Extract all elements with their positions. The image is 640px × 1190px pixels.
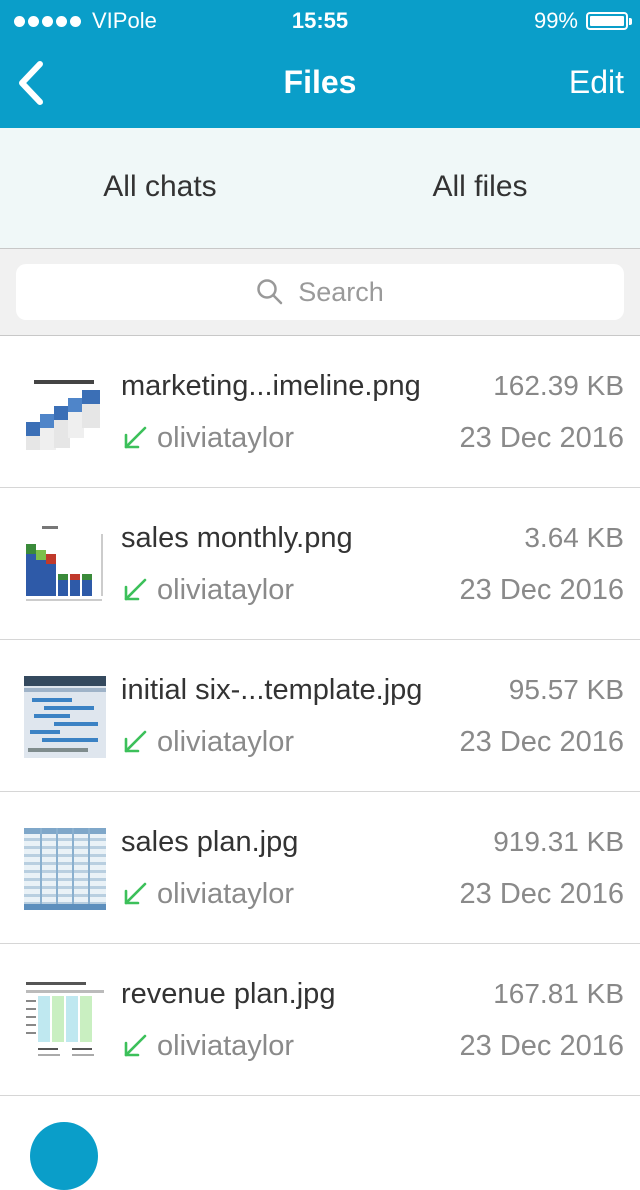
- file-date: 23 Dec 2016: [459, 1030, 624, 1062]
- app-header: VIPole 15:55 99% Files Edit: [0, 0, 640, 128]
- file-thumbnail: [24, 828, 106, 910]
- battery-percent: 99%: [533, 8, 578, 33]
- tab-all-chats[interactable]: All chats: [0, 170, 320, 204]
- file-row[interactable]: marketing...imeline.png 162.39 KB olivia…: [0, 336, 640, 488]
- file-row[interactable]: revenue plan.jpg 167.81 KB oliviataylor …: [0, 944, 640, 1096]
- file-size: 162.39 KB: [493, 370, 624, 401]
- file-sender: oliviataylor: [157, 422, 294, 454]
- navigation-bar: Files Edit: [0, 40, 640, 128]
- file-name: sales plan.jpg: [121, 826, 299, 858]
- search-bar: Search: [0, 249, 640, 336]
- file-size: 95.57 KB: [508, 674, 624, 705]
- file-name: sales monthly.png: [121, 522, 353, 554]
- file-size: 3.64 KB: [524, 522, 624, 553]
- file-date: 23 Dec 2016: [459, 574, 624, 606]
- file-thumbnail: [24, 372, 106, 454]
- file-thumbnail: [24, 980, 106, 1062]
- file-thumbnail: [24, 524, 106, 606]
- search-placeholder: Search: [298, 276, 384, 307]
- file-sender: oliviataylor: [157, 1030, 294, 1062]
- file-name: marketing...imeline.png: [121, 370, 421, 402]
- file-date: 23 Dec 2016: [459, 878, 624, 910]
- segmented-tabs: All chats All files: [0, 128, 640, 249]
- file-date: 23 Dec 2016: [459, 422, 624, 454]
- file-thumbnail: [30, 1122, 98, 1190]
- file-size: 167.81 KB: [493, 978, 624, 1009]
- file-row[interactable]: [0, 1096, 640, 1190]
- file-list: marketing...imeline.png 162.39 KB olivia…: [0, 336, 640, 1190]
- file-name: initial six-...template.jpg: [121, 674, 423, 706]
- file-row[interactable]: sales monthly.png 3.64 KB oliviataylor 2…: [0, 488, 640, 640]
- battery-indicator: 99%: [533, 8, 632, 34]
- status-bar: VIPole 15:55 99%: [0, 0, 640, 40]
- received-arrow-icon: [124, 578, 147, 601]
- file-sender: oliviataylor: [157, 574, 294, 606]
- file-name: revenue plan.jpg: [121, 978, 336, 1010]
- battery-icon: [586, 12, 632, 30]
- page-title: Files: [283, 64, 357, 100]
- search-input[interactable]: Search: [16, 264, 624, 320]
- search-icon: [257, 279, 283, 305]
- file-thumbnail: [24, 676, 106, 758]
- edit-button[interactable]: Edit: [569, 64, 624, 101]
- file-size: 919.31 KB: [493, 826, 624, 857]
- received-arrow-icon: [124, 426, 147, 449]
- tab-all-files[interactable]: All files: [320, 170, 640, 204]
- received-arrow-icon: [124, 882, 147, 905]
- file-row[interactable]: initial six-...template.jpg 95.57 KB oli…: [0, 640, 640, 792]
- file-sender: oliviataylor: [157, 878, 294, 910]
- file-row[interactable]: sales plan.jpg 919.31 KB oliviataylor 23…: [0, 792, 640, 944]
- received-arrow-icon: [124, 1034, 147, 1057]
- file-sender: oliviataylor: [157, 726, 294, 758]
- file-date: 23 Dec 2016: [459, 726, 624, 758]
- received-arrow-icon: [124, 730, 147, 753]
